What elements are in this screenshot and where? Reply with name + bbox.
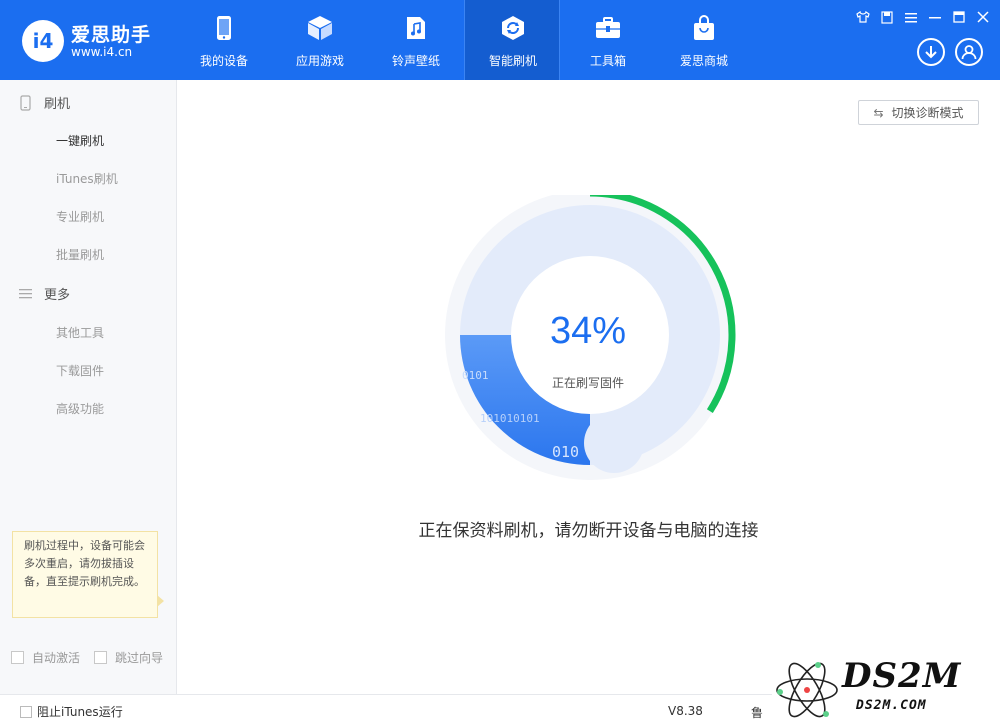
swap-arrows-icon: ⇆: [873, 105, 884, 120]
sidebar-item-batch-flash[interactable]: 批量刷机: [56, 246, 104, 263]
nav-label: 我的设备: [199, 54, 248, 68]
note-icon[interactable]: [878, 8, 896, 26]
sidebar-item-advanced[interactable]: 高级功能: [56, 400, 104, 417]
download-icon[interactable]: [917, 38, 945, 66]
top-bar: i4 爱思助手 www.i4.cn 我的设备 应用游戏 铃声壁纸 智能刷机 工具…: [0, 0, 1000, 80]
nav-ringtones-wallpapers[interactable]: 铃声壁纸: [368, 0, 464, 80]
cube-icon: [272, 14, 368, 42]
flash-message: 正在保资料刷机，请勿断开设备与电脑的连接: [418, 521, 759, 541]
sidebar-group-title: 刷机: [44, 97, 71, 112]
sidebar-item-one-click-flash[interactable]: 一键刷机: [56, 132, 104, 149]
sidebar-item-itunes-flash[interactable]: iTunes刷机: [56, 170, 118, 187]
phone-outline-icon: [18, 94, 32, 111]
menu-icon[interactable]: [902, 8, 920, 26]
flash-tip: 刷机过程中，设备可能会多次重启，请勿拔插设备，直至提示刷机完成。: [12, 531, 164, 618]
sidebar-item-pro-flash[interactable]: 专业刷机: [56, 208, 104, 225]
checkbox-label: 跳过向导: [115, 651, 164, 665]
nav-label: 工具箱: [589, 54, 626, 68]
watermark: DS2M DS2M.COM: [772, 654, 1000, 724]
checkbox-box: [20, 705, 32, 718]
app-name: 爱思助手: [71, 24, 152, 46]
music-file-icon: [368, 14, 464, 42]
nav-label: 铃声壁纸: [391, 54, 440, 68]
watermark-url: DS2M.COM: [856, 698, 927, 713]
refresh-shield-icon: [465, 14, 561, 42]
nav-store[interactable]: 爱思商城: [656, 0, 752, 80]
switch-diagnostic-mode-button[interactable]: ⇆ 切换诊断模式: [858, 100, 979, 125]
watermark-brand: DS2M: [842, 656, 962, 696]
sidebar-item-other-tools[interactable]: 其他工具: [56, 324, 104, 341]
close-icon[interactable]: [974, 8, 992, 26]
nav-my-device[interactable]: 我的设备: [176, 0, 272, 80]
sidebar: 刷机 一键刷机 iTunes刷机 专业刷机 批量刷机 更多 其他工具 下载固件 …: [0, 80, 177, 694]
ring-fill-cap: [584, 413, 644, 473]
tip-arrow: [157, 595, 164, 607]
nav-toolbox[interactable]: 工具箱: [560, 0, 656, 80]
nav-smart-flash[interactable]: 智能刷机: [464, 0, 560, 80]
nav-label: 智能刷机: [488, 54, 537, 68]
toolbox-icon: [560, 14, 656, 42]
sidebar-group-flash[interactable]: 刷机: [18, 93, 70, 112]
list-icon: [18, 286, 32, 302]
button-label: 切换诊断模式: [891, 106, 964, 120]
nav-label: 爱思商城: [679, 54, 728, 68]
sidebar-item-download-firmware[interactable]: 下载固件: [56, 362, 104, 379]
progress-status: 正在刷写固件: [551, 376, 624, 390]
checkbox-label: 阻止iTunes运行: [37, 705, 123, 719]
binary-text: 010: [552, 443, 579, 461]
app-url: www.i4.cn: [71, 45, 133, 59]
auto-activate-checkbox[interactable]: 自动激活: [11, 649, 80, 666]
progress-percent: 34%: [549, 310, 627, 352]
atom-logo-icon: [776, 662, 838, 718]
minimize-icon[interactable]: [926, 8, 944, 26]
skip-guide-checkbox[interactable]: 跳过向导: [94, 649, 163, 666]
version-label: V8.38: [668, 704, 703, 718]
shirt-icon[interactable]: [854, 8, 872, 26]
status-extra-text: 鲁: [751, 706, 764, 720]
block-itunes-checkbox[interactable]: 阻止iTunes运行: [20, 703, 123, 720]
checkbox-label: 自动激活: [32, 651, 81, 665]
phone-icon: [176, 14, 272, 42]
sidebar-group-title: 更多: [44, 288, 71, 303]
binary-text: 101010101: [480, 412, 540, 425]
nav-apps-games[interactable]: 应用游戏: [272, 0, 368, 80]
user-icon[interactable]: [955, 38, 983, 66]
maximize-icon[interactable]: [950, 8, 968, 26]
checkbox-box: [11, 651, 24, 664]
shopping-bag-icon: [656, 14, 752, 42]
tip-text: 刷机过程中，设备可能会多次重启，请勿拔插设备，直至提示刷机完成。: [24, 539, 145, 588]
app-logo: i4: [22, 20, 64, 62]
binary-text: 0101: [462, 369, 489, 382]
nav-label: 应用游戏: [295, 54, 344, 68]
checkbox-box: [94, 651, 107, 664]
sidebar-group-more[interactable]: 更多: [18, 284, 70, 303]
